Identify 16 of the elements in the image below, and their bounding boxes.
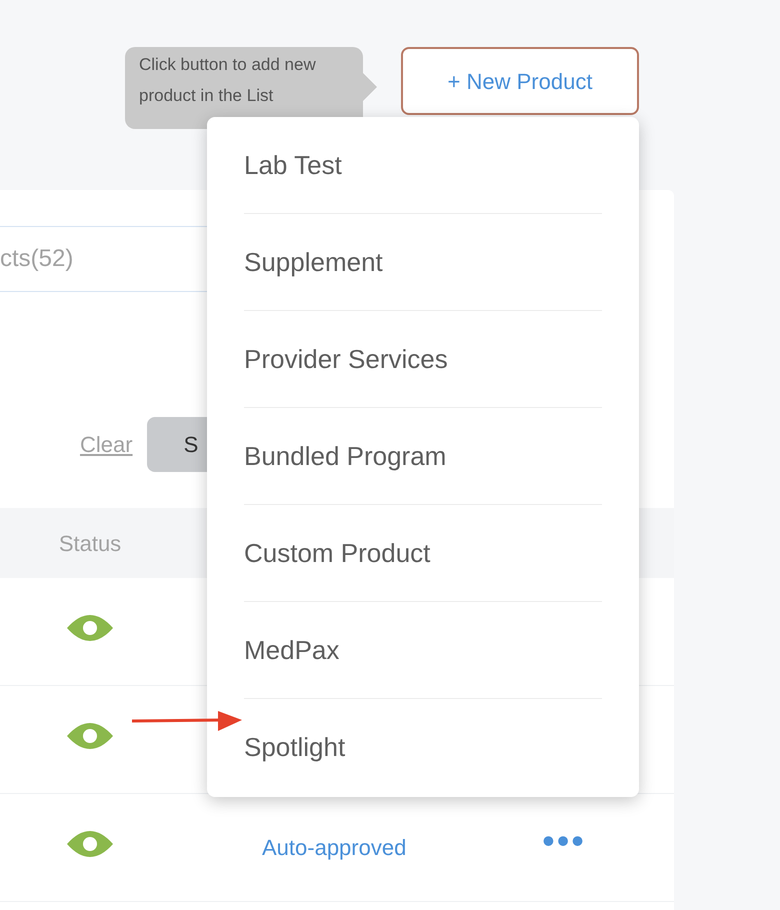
menu-item[interactable]: Spotlight bbox=[244, 699, 602, 796]
action-button[interactable]: S bbox=[146, 417, 207, 472]
more-button[interactable]: ••• bbox=[542, 822, 586, 858]
eye-icon[interactable] bbox=[67, 830, 113, 856]
eye-icon[interactable] bbox=[67, 614, 113, 640]
menu-item[interactable]: Bundled Program bbox=[244, 408, 602, 505]
menu-item[interactable]: Provider Services bbox=[244, 311, 602, 408]
new-product-button[interactable]: + New Product bbox=[401, 47, 639, 115]
column-header: Status bbox=[58, 530, 122, 558]
tooltip: Click button to add new product in the List bbox=[125, 47, 377, 129]
menu-item[interactable]: Custom Product bbox=[244, 505, 602, 602]
eye-icon[interactable] bbox=[67, 722, 113, 748]
menu-item[interactable]: Lab Test bbox=[244, 117, 602, 214]
approval-status: Auto-approved bbox=[262, 835, 406, 860]
menu-item[interactable]: MedPax bbox=[244, 602, 602, 699]
menu-item[interactable]: Supplement bbox=[244, 214, 602, 311]
